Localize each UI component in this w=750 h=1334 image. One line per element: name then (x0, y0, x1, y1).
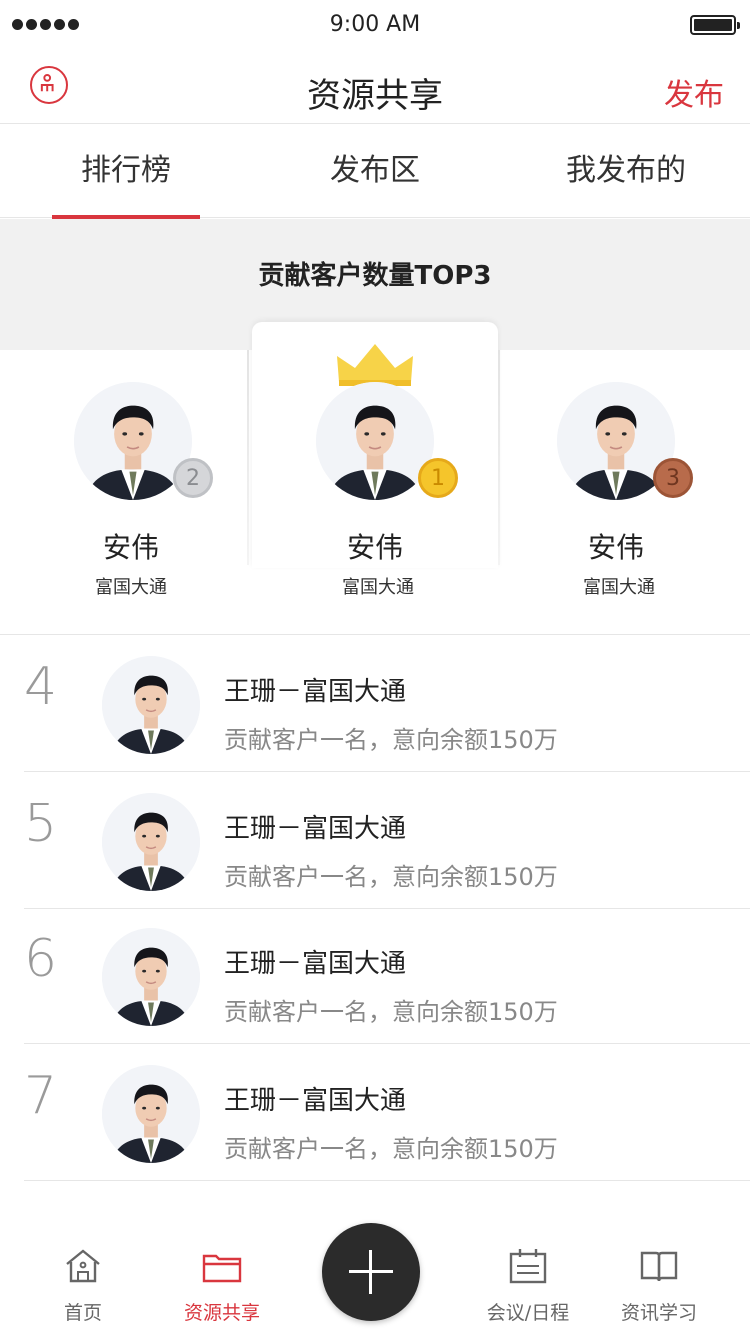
rank-number: 7 (24, 1066, 58, 1126)
list-item-subtitle: 贡献客户一名，意向余额150万 (224, 863, 558, 891)
bronze-medal-icon: 3 (653, 458, 693, 498)
tabbar-label: 资讯学习 (620, 1302, 697, 1324)
tabbar-item-meetings[interactable]: 会议/日程 (458, 1232, 598, 1334)
tab-bar: 排行榜 发布区 我发布的 (0, 124, 750, 219)
gold-medal-icon: 1 (418, 458, 458, 498)
home-icon (66, 1249, 100, 1283)
podium-org: 富国大通 (342, 577, 414, 598)
avatar (102, 793, 200, 891)
tabbar-label: 资源共享 (183, 1302, 260, 1324)
calendar-icon (509, 1249, 547, 1284)
publish-button[interactable]: 发布 (664, 70, 724, 114)
tabbar-item-home[interactable]: 首页 (13, 1232, 153, 1334)
avatar (102, 928, 200, 1026)
list-item-subtitle: 贡献客户一名，意向余额150万 (224, 726, 558, 754)
tabbar-label: 首页 (63, 1302, 102, 1324)
crown-icon (337, 344, 413, 386)
add-button[interactable] (322, 1223, 420, 1321)
tab-leaderboard[interactable]: 排行榜 (52, 124, 200, 219)
folder-icon (202, 1254, 242, 1283)
list-item-title: 王珊－富国大通 (224, 814, 407, 844)
tab-my-posts[interactable]: 我发布的 (550, 124, 702, 218)
rank-number: 5 (24, 794, 58, 854)
podium-org: 富国大通 (583, 577, 655, 598)
page-title: 资源共享 (307, 76, 443, 116)
avatar (102, 656, 200, 754)
list-item[interactable]: 7 王珊－富国大通 贡献客户一名，意向余额150万 (24, 1044, 750, 1181)
nav-bar: 资源共享 发布 (0, 52, 750, 124)
podium-name: 安伟 (102, 531, 159, 564)
tabbar-item-learning[interactable]: 资讯学习 (589, 1232, 729, 1334)
top3-title: 贡献客户数量TOP3 (258, 261, 492, 291)
book-icon (640, 1251, 678, 1282)
battery-icon (690, 15, 740, 35)
rank-number: 4 (24, 657, 58, 717)
status-time: 9:00 AM (329, 12, 421, 37)
status-bar: 9:00 AM (0, 0, 750, 52)
list-item-subtitle: 贡献客户一名，意向余额150万 (224, 1135, 558, 1163)
rank-number: 6 (24, 929, 58, 989)
tabbar-item-resources[interactable]: 资源共享 (152, 1232, 292, 1334)
tabbar-label: 会议/日程 (486, 1302, 570, 1324)
list-item[interactable]: 6 王珊－富国大通 贡献客户一名，意向余额150万 (24, 907, 750, 1044)
tab-publish-area[interactable]: 发布区 (302, 124, 448, 218)
podium-name: 安伟 (346, 531, 403, 564)
list-item-subtitle: 贡献客户一名，意向余额150万 (224, 998, 558, 1026)
avatar (316, 382, 434, 500)
list-item-title: 王珊－富国大通 (224, 1086, 407, 1116)
avatar (102, 1065, 200, 1163)
list-item-title: 王珊－富国大通 (224, 949, 407, 979)
silver-medal-icon: 2 (173, 458, 213, 498)
list-item[interactable]: 5 王珊－富国大通 贡献客户一名，意向余额150万 (24, 772, 750, 909)
podium-name: 安伟 (587, 531, 644, 564)
list-item-title: 王珊－富国大通 (224, 677, 407, 707)
podium-org: 富国大通 (95, 577, 167, 598)
list-item[interactable]: 4 王珊－富国大通 贡献客户一名，意向余额150万 (24, 635, 750, 772)
